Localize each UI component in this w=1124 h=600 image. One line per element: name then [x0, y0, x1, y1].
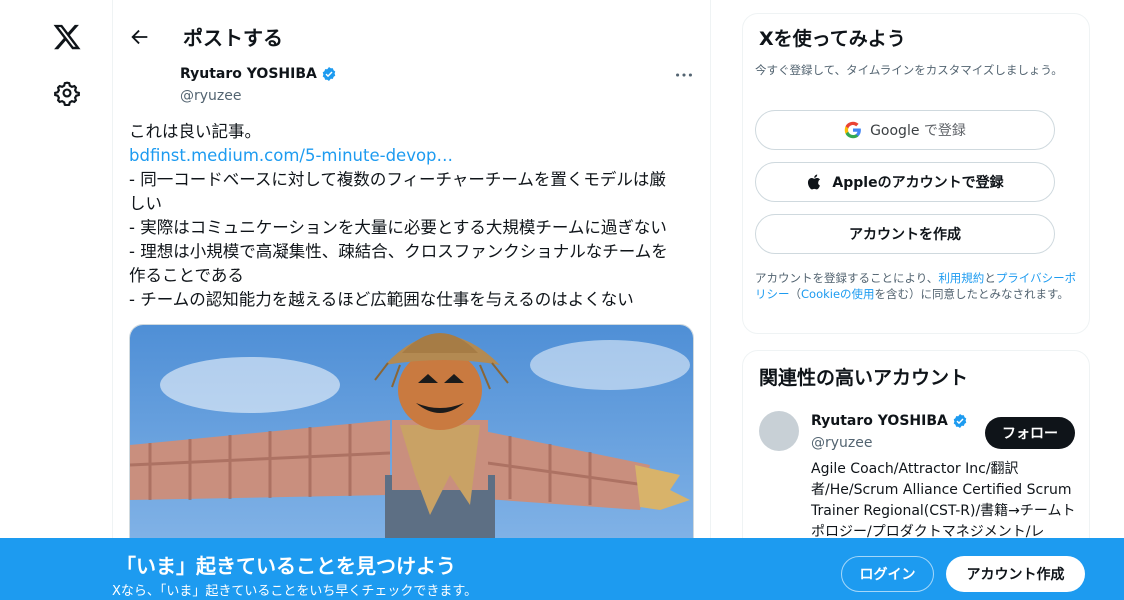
post-text: これは良い記事。 bdfinst.medium.com/5-minute-dev…: [129, 120, 694, 312]
terms-paren: （: [789, 287, 802, 301]
scarecrow-illustration: [130, 325, 693, 563]
post-line: - チームの認知能力を越えるほど広範囲な仕事を与えるのはよくない: [129, 290, 634, 309]
post-line: これは良い記事。: [129, 122, 261, 141]
terms-and: と: [984, 271, 996, 285]
post-image-scarecrow[interactable]: [129, 324, 694, 564]
page-title: ポストする: [183, 26, 283, 50]
signup-card-subtitle: 今すぐ登録して、タイムラインをカスタマイズしましょう。: [755, 63, 1063, 77]
terms-prefix: アカウントを登録することにより、: [755, 271, 939, 285]
related-accounts-title: 関連性の高いアカウント: [759, 367, 969, 389]
related-account-handle[interactable]: @ryuzee: [811, 435, 873, 451]
left-nav: [0, 0, 112, 600]
gear-icon[interactable]: [54, 80, 80, 106]
right-divider: [710, 0, 711, 600]
post-line: - 実際はコミュニケーションを大量に必要とする大規模チームに過ぎない: [129, 218, 667, 237]
signup-banner: 「いま」起きていることを見つけよう Xなら、「いま」起きていることをいち早くチェ…: [0, 538, 1124, 600]
login-button[interactable]: ログイン: [841, 556, 934, 592]
post-link[interactable]: bdfinst.medium.com/5-minute-devop…: [129, 144, 694, 168]
related-account-name[interactable]: Ryutaro YOSHIBA: [811, 413, 968, 429]
cookie-link[interactable]: Cookieの使用: [801, 287, 875, 301]
terms-link[interactable]: 利用規約: [938, 271, 984, 285]
related-account-name-text: Ryutaro YOSHIBA: [811, 413, 948, 429]
main-column: ポストする Ryutaro YOSHIBA @ryuzee これは良い記事。 b…: [113, 0, 710, 600]
banner-subtitle: Xなら、「いま」起きていることをいち早くチェックできます。: [112, 584, 478, 599]
post-line: - 同一コードベースに対して複数のフィーチャーチームを置くモデルは厳: [129, 170, 666, 189]
google-icon: [844, 121, 861, 139]
related-account-bio: Agile Coach/Attractor Inc/翻訳者/He/Scrum A…: [811, 461, 1076, 540]
author-name-text: Ryutaro YOSHIBA: [180, 66, 317, 82]
post-line: しい: [129, 194, 162, 213]
create-account-label: アカウントを作成: [849, 227, 961, 243]
terms-text: アカウントを登録することにより、利用規約とプライバシーポリシー（Cookieの使…: [755, 270, 1080, 302]
author-name[interactable]: Ryutaro YOSHIBA: [180, 66, 337, 82]
signup-card-title: Xを使ってみよう: [759, 28, 906, 50]
banner-title: 「いま」起きていることを見つけよう: [116, 554, 456, 578]
x-logo-icon[interactable]: [52, 22, 82, 52]
apple-icon: [808, 174, 821, 190]
post-line: 作ることである: [129, 266, 244, 285]
signup-button[interactable]: アカウント作成: [946, 556, 1085, 592]
back-arrow-icon[interactable]: [129, 26, 151, 48]
avatar[interactable]: [759, 411, 799, 451]
google-signup-label: Google で登録: [870, 123, 966, 139]
google-signup-button[interactable]: Google で登録: [755, 110, 1055, 150]
create-account-button[interactable]: アカウントを作成: [755, 214, 1055, 254]
terms-suffix: を含む）に同意したとみなされます。: [874, 287, 1069, 301]
post-line: - 理想は小規模で高凝集性、疎結合、クロスファンクショナルなチームを: [129, 242, 668, 261]
apple-signup-button[interactable]: Appleのアカウントで登録: [755, 162, 1055, 202]
more-options-icon[interactable]: [673, 64, 695, 86]
apple-signup-label: Appleのアカウントで登録: [832, 175, 1004, 191]
author-handle[interactable]: @ryuzee: [180, 88, 242, 104]
signup-card: Xを使ってみよう 今すぐ登録して、タイムラインをカスタマイズしましょう。 Goo…: [742, 13, 1090, 334]
verified-badge-icon: [322, 67, 336, 81]
follow-button[interactable]: フォロー: [985, 417, 1075, 449]
verified-badge-icon: [953, 414, 967, 428]
